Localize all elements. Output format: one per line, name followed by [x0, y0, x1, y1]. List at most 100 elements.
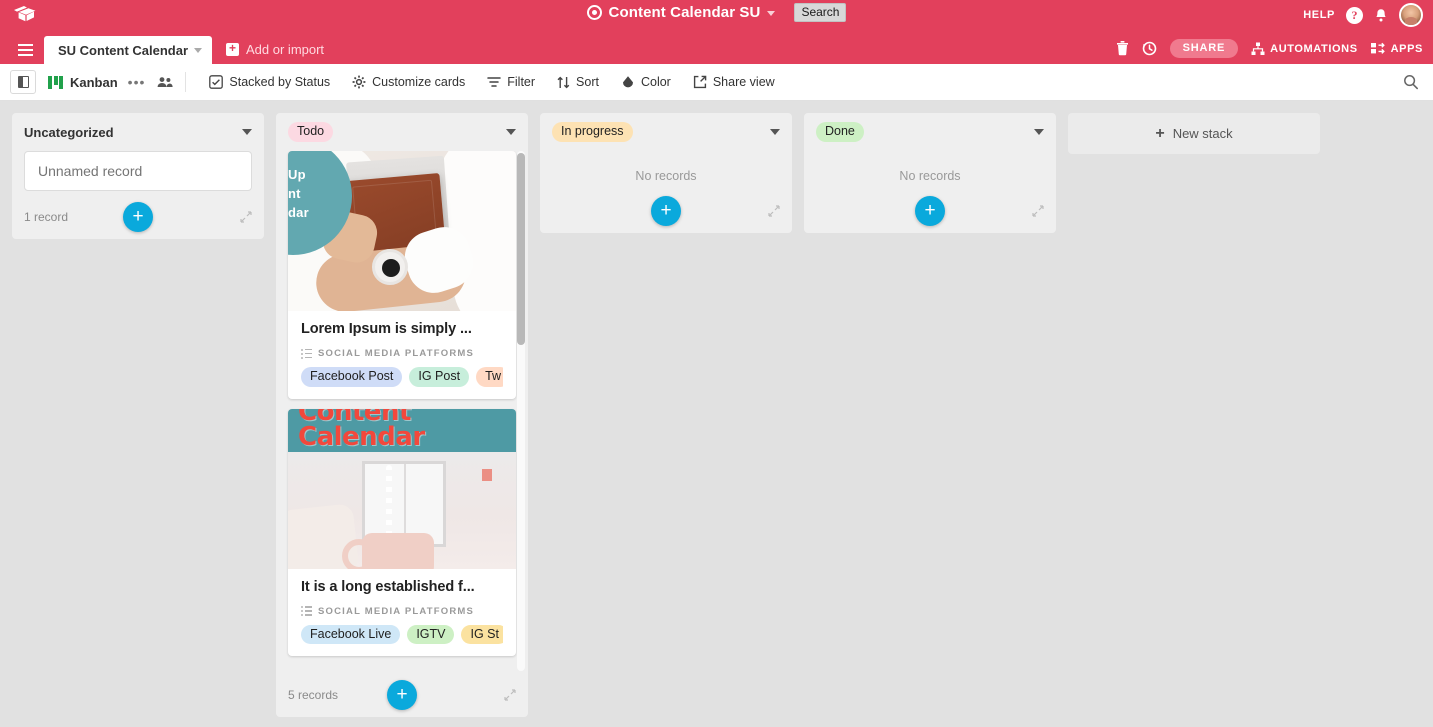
tab-label: SU Content Calendar [58, 42, 189, 58]
card-field-label: SOCIAL MEDIA PLATFORMS [301, 606, 503, 617]
kanban-view-icon [48, 75, 63, 89]
header-right-group: HELP ? [1303, 0, 1423, 30]
card-title: It is a long established f... [301, 578, 475, 595]
chevron-down-icon[interactable] [1034, 129, 1044, 135]
bell-icon[interactable] [1374, 8, 1388, 23]
collaborators-icon[interactable] [157, 76, 173, 88]
app-header: Content Calendar SU Search HELP ? SU Con… [0, 0, 1433, 64]
expand-stack-icon[interactable] [240, 210, 252, 223]
stack-header: In progress [540, 113, 792, 151]
help-label[interactable]: HELP [1303, 9, 1335, 21]
tag[interactable]: Facebook Post [301, 367, 403, 387]
chevron-down-icon[interactable] [194, 47, 203, 53]
add-record-button[interactable]: + [123, 201, 153, 232]
trash-icon[interactable] [1116, 41, 1129, 56]
header-row-tabs: SU Content Calendar + Add or import SHAR… [0, 30, 1433, 64]
plus-icon: + [226, 42, 240, 56]
card-title: Lorem Ipsum is simply ... [301, 321, 472, 337]
sort-button[interactable]: Sort [546, 75, 610, 89]
empty-state-text: No records [899, 169, 961, 183]
stacked-by-icon [209, 75, 224, 89]
stacked-by-status-label: Stacked by Status [229, 75, 331, 89]
tab-su-content-calendar[interactable]: SU Content Calendar [44, 36, 213, 64]
card-body: Lorem Ipsum is simply ... SOCIAL MEDIA P… [288, 311, 516, 399]
share-button[interactable]: SHARE [1169, 39, 1239, 58]
automations-button[interactable]: AUTOMATIONS [1251, 42, 1357, 56]
expand-stack-icon[interactable] [1032, 204, 1044, 217]
kanban-board: Uncategorized 1 record + Todo [0, 101, 1433, 727]
hamburger-menu-icon[interactable] [10, 44, 40, 56]
automations-icon [1251, 42, 1265, 55]
empty-state-text: No records [635, 169, 697, 183]
stacked-by-status-button[interactable]: Stacked by Status [198, 75, 341, 89]
base-title-group: Content Calendar SU Search [0, 3, 1433, 22]
base-title[interactable]: Content Calendar SU [609, 4, 761, 21]
tag[interactable]: Facebook Live [301, 624, 401, 644]
expand-stack-icon[interactable] [768, 204, 780, 217]
chevron-down-icon[interactable] [767, 11, 776, 16]
chevron-down-icon[interactable] [770, 129, 780, 135]
stack-header: Todo [276, 113, 528, 151]
ellipsis-icon[interactable]: ••• [128, 75, 146, 89]
card-body: It is a long established f... SOCIAL MED… [288, 569, 516, 657]
stack-title-chip: Done [816, 122, 864, 142]
gear-icon [352, 75, 366, 89]
avatar[interactable] [1399, 3, 1423, 27]
color-button[interactable]: Color [610, 75, 682, 89]
stack-body: No records [540, 151, 792, 187]
add-or-import-button[interactable]: + Add or import [226, 42, 324, 57]
new-stack-button[interactable]: + New stack [1068, 113, 1320, 154]
chevron-down-icon[interactable] [242, 129, 252, 135]
share-view-icon [693, 75, 707, 89]
new-stack-label: New stack [1172, 126, 1233, 141]
chevron-down-icon[interactable] [506, 129, 516, 135]
search-tooltip[interactable]: Search [794, 3, 847, 22]
scrollbar-thumb[interactable] [517, 153, 525, 345]
cover-overlay-text: Up nt dar [288, 167, 309, 220]
tag[interactable]: IG Post [409, 367, 470, 387]
tag[interactable]: IG St [461, 624, 503, 644]
card-cover-image: Content Calendar [288, 408, 516, 569]
add-record-button[interactable]: + [915, 195, 945, 226]
stack-title-chip: In progress [552, 122, 633, 142]
view-name[interactable]: Kanban [70, 75, 118, 90]
kanban-stack-uncategorized: Uncategorized 1 record + [12, 113, 264, 239]
customize-cards-button[interactable]: Customize cards [341, 75, 476, 89]
filter-label: Filter [507, 75, 536, 89]
view-toolbar: Kanban ••• Stacked by Status Customize c… [0, 64, 1433, 101]
record-count: 5 records [288, 687, 339, 702]
unnamed-record-input[interactable] [24, 151, 252, 191]
automations-label: AUTOMATIONS [1270, 42, 1358, 55]
multiselect-field-icon [301, 348, 312, 359]
card-tags: Facebook Live IGTV IG St [301, 624, 503, 644]
cover-overlay-text: Content Calendar [298, 408, 425, 452]
filter-button[interactable]: Filter [476, 75, 546, 89]
stack-body [12, 151, 264, 193]
stack-header: Uncategorized [12, 113, 264, 151]
airtable-logo-icon[interactable] [12, 4, 38, 26]
filter-icon [487, 77, 501, 87]
expand-stack-icon[interactable] [504, 688, 516, 701]
kanban-card[interactable]: Content Calendar It is a long established… [288, 408, 516, 657]
sidebar-panel-icon[interactable] [10, 70, 36, 94]
header-row-top: Content Calendar SU Search HELP ? [0, 0, 1433, 30]
field-label-text: SOCIAL MEDIA PLATFORMS [318, 348, 475, 359]
stack-body: No records [804, 151, 1056, 187]
stack-body[interactable]: Up nt dar Lorem Ipsum is simply ... SOCIAL… [276, 151, 528, 671]
color-drop-icon [622, 76, 633, 88]
share-view-button[interactable]: Share view [682, 75, 786, 89]
search-icon[interactable] [1403, 74, 1419, 90]
tag[interactable]: IGTV [407, 624, 455, 644]
customize-cards-label: Customize cards [372, 75, 466, 89]
question-circle-icon[interactable]: ? [1346, 6, 1363, 24]
card-cover-image: Up nt dar [288, 151, 516, 311]
stack-title-chip: Todo [288, 122, 334, 142]
apps-button[interactable]: APPS [1370, 42, 1423, 55]
add-record-button[interactable]: + [651, 195, 681, 226]
history-clock-icon[interactable] [1142, 41, 1157, 56]
tag[interactable]: Tw [476, 367, 503, 387]
stack-footer: + [540, 187, 792, 233]
add-record-button[interactable]: + [387, 679, 417, 710]
kanban-card[interactable]: Up nt dar Lorem Ipsum is simply ... SOCIAL… [288, 151, 516, 399]
stack-footer: + [804, 187, 1056, 233]
